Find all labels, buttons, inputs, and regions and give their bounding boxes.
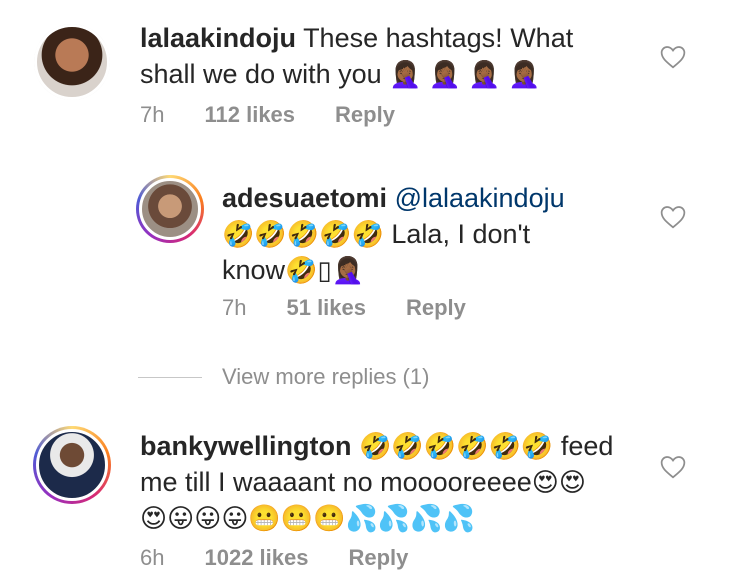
avatar-lalaakindoju[interactable] xyxy=(34,24,110,100)
username[interactable]: adesuaetomi xyxy=(222,183,387,213)
facepalm-emoji: 🤦🏾‍♀️ 🤦🏾‍♀️ 🤦🏾‍♀️ 🤦🏾‍♀️ xyxy=(389,59,541,89)
username[interactable]: lalaakindoju xyxy=(140,23,296,53)
likes-count[interactable]: 51 likes xyxy=(286,295,366,321)
comment-text: shall we do with you xyxy=(140,59,382,89)
comment-text: feed xyxy=(560,431,614,461)
emoji-sequence: 😍😛😛😛😬😬😬💦💦💦💦 xyxy=(140,503,476,533)
comment-meta-2: 7h 51 likes Reply xyxy=(222,295,466,321)
divider xyxy=(138,376,202,378)
timestamp: 7h xyxy=(222,295,247,320)
likes-count[interactable]: 1022 likes xyxy=(204,545,308,571)
avatar-adesuaetomi[interactable] xyxy=(136,175,204,243)
heart-outline-icon[interactable] xyxy=(660,45,686,69)
comment-text: know xyxy=(222,255,286,285)
avatar-bankywellington[interactable] xyxy=(33,426,111,504)
laughing-emoji: 🤣🤣🤣🤣🤣 xyxy=(222,219,384,249)
laughing-emoji: 🤣▯🤦🏾‍♀️ xyxy=(285,255,365,285)
username[interactable]: bankywellington xyxy=(140,431,352,461)
comment-meta-3: 6h 1022 likes Reply xyxy=(140,545,408,571)
laughing-emoji: 🤣🤣🤣🤣🤣🤣 xyxy=(359,431,554,461)
reply-button[interactable]: Reply xyxy=(335,102,395,128)
comment-body-2: adesuaetomi @lalaakindoju 🤣🤣🤣🤣🤣 Lala, I … xyxy=(222,180,565,288)
comment-meta-1: 7h 112 likes Reply xyxy=(140,102,395,128)
comment-text: Lala, I don't xyxy=(391,219,531,249)
comment-text: These hashtags! What xyxy=(303,23,574,53)
view-more-replies[interactable]: View more replies (1) xyxy=(138,364,429,390)
heart-outline-icon[interactable] xyxy=(660,455,686,479)
heart-eyes-emoji: 😍😍 xyxy=(531,467,586,497)
comment-body-1: lalaakindoju These hashtags! What shall … xyxy=(140,20,573,92)
reply-button[interactable]: Reply xyxy=(348,545,408,571)
mention-link[interactable]: @lalaakindoju xyxy=(395,183,565,213)
reply-button[interactable]: Reply xyxy=(406,295,466,321)
heart-outline-icon[interactable] xyxy=(660,205,686,229)
timestamp: 6h xyxy=(140,545,165,570)
comment-text: me till I waaaant no mooooreeee xyxy=(140,467,532,497)
timestamp: 7h xyxy=(140,102,165,127)
comment-body-3: bankywellington 🤣🤣🤣🤣🤣🤣 feed me till I wa… xyxy=(140,428,613,536)
likes-count[interactable]: 112 likes xyxy=(204,102,295,128)
view-more-label[interactable]: View more replies (1) xyxy=(222,364,429,390)
